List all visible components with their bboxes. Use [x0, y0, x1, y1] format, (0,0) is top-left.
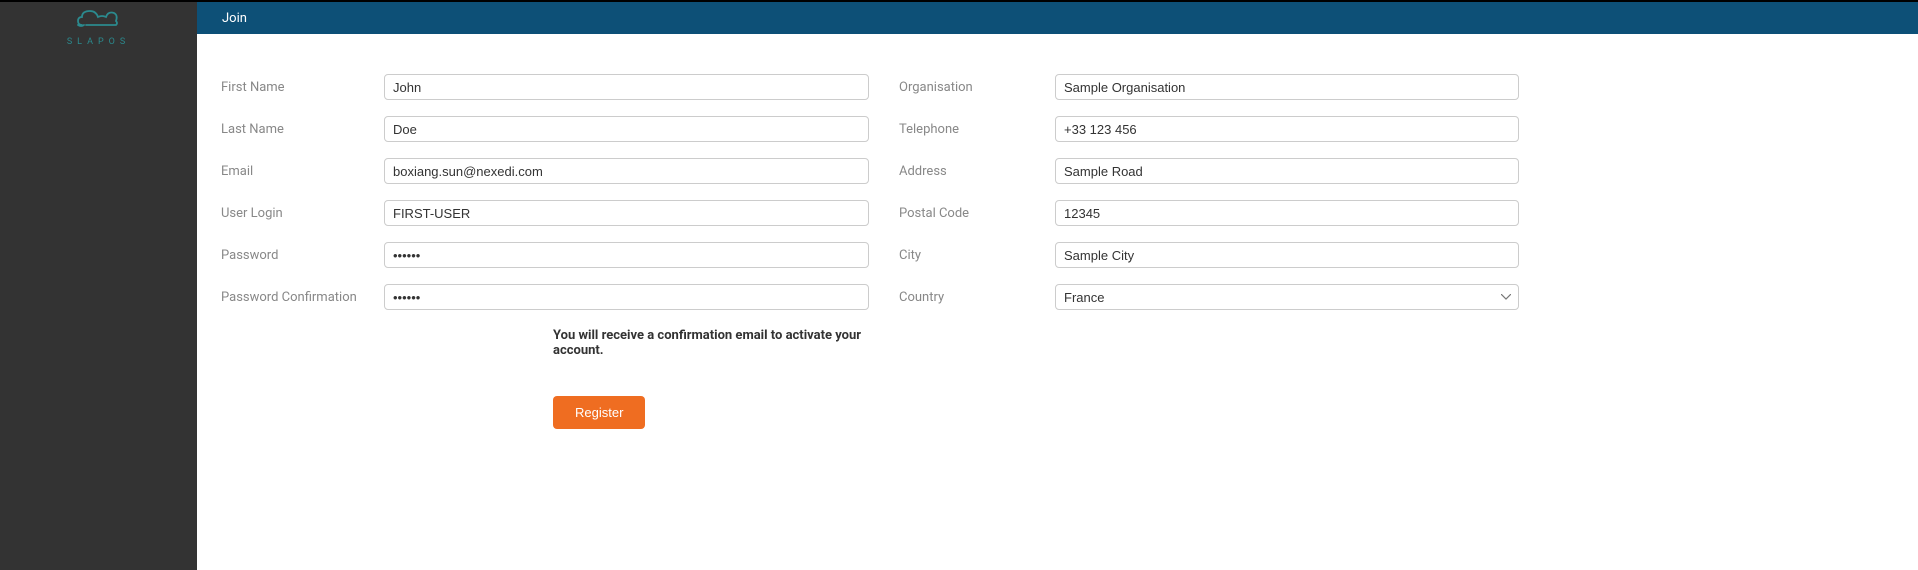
slapos-logo-icon — [76, 7, 120, 31]
telephone-input[interactable] — [1055, 116, 1519, 142]
address-input[interactable] — [1055, 158, 1519, 184]
first-name-label: First Name — [221, 80, 384, 95]
logo: SLAPOS — [67, 7, 130, 47]
register-button[interactable]: Register — [553, 396, 645, 429]
telephone-label: Telephone — [899, 122, 1055, 137]
password-confirmation-label: Password Confirmation — [221, 290, 384, 305]
form-row-last-name: Last Name — [221, 116, 869, 142]
form-row-email: Email — [221, 158, 869, 184]
main-area: Join First Name Last Name Email User Log… — [197, 2, 1918, 570]
form-row-password: Password — [221, 242, 869, 268]
form-row-postal-code: Postal Code — [899, 200, 1519, 226]
form-container: First Name Last Name Email User Login Pa… — [197, 34, 1918, 429]
city-label: City — [899, 248, 1055, 263]
country-select-wrapper: France — [1055, 284, 1519, 310]
country-label: Country — [899, 290, 1055, 305]
last-name-input[interactable] — [384, 116, 869, 142]
logo-text: SLAPOS — [67, 37, 130, 47]
form-row-country: Country France — [899, 284, 1519, 310]
password-label: Password — [221, 248, 384, 263]
organisation-label: Organisation — [899, 80, 1055, 95]
main-container: SLAPOS Join First Name Last Name Email — [0, 2, 1918, 570]
password-input[interactable] — [384, 242, 869, 268]
form-column-right: Organisation Telephone Address Postal Co… — [899, 74, 1519, 429]
first-name-input[interactable] — [384, 74, 869, 100]
form-row-telephone: Telephone — [899, 116, 1519, 142]
register-button-wrapper: Register — [553, 396, 869, 429]
password-confirmation-input[interactable] — [384, 284, 869, 310]
last-name-label: Last Name — [221, 122, 384, 137]
postal-code-label: Postal Code — [899, 206, 1055, 221]
page-title: Join — [222, 11, 247, 26]
form-column-left: First Name Last Name Email User Login Pa… — [221, 74, 869, 429]
organisation-input[interactable] — [1055, 74, 1519, 100]
postal-code-input[interactable] — [1055, 200, 1519, 226]
city-input[interactable] — [1055, 242, 1519, 268]
form-row-first-name: First Name — [221, 74, 869, 100]
sidebar: SLAPOS — [0, 2, 197, 570]
form-row-password-confirmation: Password Confirmation — [221, 284, 869, 310]
email-input[interactable] — [384, 158, 869, 184]
address-label: Address — [899, 164, 1055, 179]
country-select[interactable]: France — [1055, 284, 1519, 310]
email-label: Email — [221, 164, 384, 179]
form-row-address: Address — [899, 158, 1519, 184]
form-row-organisation: Organisation — [899, 74, 1519, 100]
info-text: You will receive a confirmation email to… — [553, 328, 869, 358]
user-login-input[interactable] — [384, 200, 869, 226]
header: Join — [197, 2, 1918, 34]
user-login-label: User Login — [221, 206, 384, 221]
form-row-user-login: User Login — [221, 200, 869, 226]
form-row-city: City — [899, 242, 1519, 268]
